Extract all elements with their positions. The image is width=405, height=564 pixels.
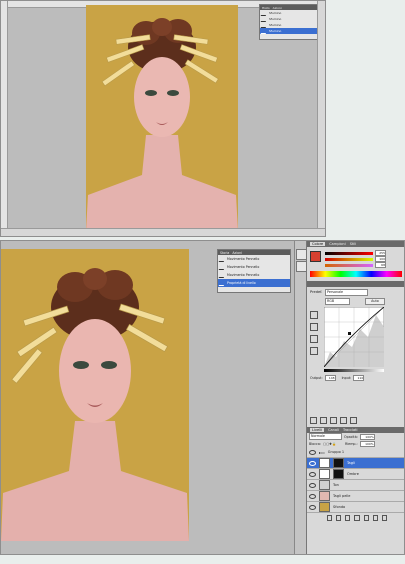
layer-thumbnail: [319, 502, 330, 512]
history-panel: Storia Azioni Movimento Pennello Movimen…: [217, 249, 291, 293]
input-value[interactable]: 110: [353, 375, 365, 381]
layers-lock-row: Blocca: ▢▢✚🔒 Riemp.: 100%: [309, 440, 375, 447]
eye-icon[interactable]: [309, 460, 316, 466]
delete-icon[interactable]: [350, 417, 357, 424]
adjustment-icon[interactable]: [354, 515, 360, 521]
blue-value[interactable]: 68: [375, 262, 386, 268]
portrait-image: [1, 249, 189, 541]
fill-value[interactable]: 100%: [359, 440, 375, 447]
layer-row-selected[interactable]: Tagli: [307, 458, 404, 469]
input-gradient-bar: [324, 369, 384, 372]
brush-icon: [218, 272, 227, 278]
return-icon[interactable]: [310, 417, 317, 424]
mask-icon[interactable]: [345, 515, 351, 521]
blue-slider-row: 68: [307, 262, 404, 268]
tab-swatches[interactable]: Campioni: [329, 242, 346, 246]
point-tool-icon[interactable]: [310, 311, 318, 319]
red-slider[interactable]: [325, 251, 373, 255]
curves-graph[interactable]: [324, 307, 384, 367]
tab-layers[interactable]: Livelli: [310, 428, 325, 432]
layer-row[interactable]: Tagli pelle: [307, 491, 404, 502]
adjustment-layer-thumbnail: [319, 458, 330, 468]
actions-tab[interactable]: Azioni: [232, 251, 242, 255]
horizontal-scrollbar[interactable]: [1, 228, 325, 236]
channel-select[interactable]: RGB: [325, 298, 350, 305]
eye-icon[interactable]: [309, 449, 316, 455]
brush-icon: [260, 10, 269, 16]
history-item[interactable]: Movimento Pennello: [218, 255, 290, 263]
output-value[interactable]: 148: [324, 375, 336, 381]
history-panel: Histo Azioni Sfumino Sfumino Sfumino Sfu…: [259, 4, 321, 40]
eye-icon[interactable]: [309, 482, 316, 488]
portrait-image: [86, 5, 238, 231]
curve-values: Output: 148 Input: 110: [310, 375, 365, 381]
eyedropper-icon[interactable]: [310, 347, 318, 355]
eye-icon[interactable]: [309, 471, 316, 477]
brush-icon: [260, 28, 269, 34]
layer-thumbnail: [319, 491, 330, 501]
fx-icon[interactable]: [336, 515, 342, 521]
tab-channels[interactable]: Canali: [328, 428, 339, 432]
color-panel-tabs: Colore Campioni Stili: [307, 241, 404, 247]
history-tab[interactable]: Histo: [262, 6, 270, 10]
preset-label: Predef.: [310, 290, 323, 294]
layer-row[interactable]: Ton: [307, 480, 404, 491]
layer-mask-thumbnail: [333, 469, 344, 479]
layer-properties-icon: [218, 280, 227, 286]
history-item[interactable]: Movimento Pennello: [218, 271, 290, 279]
document-canvas[interactable]: [1, 249, 189, 541]
tab-styles[interactable]: Stili: [350, 242, 357, 246]
new-layer-icon[interactable]: [372, 515, 378, 521]
eye-icon[interactable]: [309, 504, 316, 510]
ruler-vertical: [1, 1, 8, 236]
adjustments-panel-header: [307, 281, 404, 287]
history-item-selected[interactable]: Sfumino: [260, 28, 320, 34]
layers-panel: Livelli Canali Tracciati Normale Opacità…: [307, 427, 404, 523]
layer-mask-thumbnail: [333, 458, 344, 468]
brush-icon: [218, 256, 227, 262]
folder-icon[interactable]: [363, 515, 369, 521]
brush-icon: [260, 22, 269, 28]
layers-options-row: Normale Opacità: 100%: [309, 433, 375, 440]
bottom-screenshot: Storia Azioni Movimento Pennello Movimen…: [0, 240, 405, 555]
layer-thumbnail: [319, 480, 330, 490]
top-screenshot: Histo Azioni Sfumino Sfumino Sfumino Sfu…: [0, 0, 326, 237]
opacity-value[interactable]: 100%: [359, 433, 375, 440]
brush-icon: [218, 264, 227, 270]
lock-icons[interactable]: ▢▢✚🔒: [323, 442, 343, 446]
layer-row[interactable]: Ombre: [307, 469, 404, 480]
history-item[interactable]: Movimento Pennello: [218, 263, 290, 271]
eye-icon[interactable]: [309, 493, 316, 499]
layer-row[interactable]: Sfondo: [307, 502, 404, 513]
history-tab[interactable]: Storia: [220, 251, 229, 255]
eyedropper-icon[interactable]: [310, 335, 318, 343]
green-slider[interactable]: [325, 257, 373, 261]
right-panel-dock: Colore Campioni Stili 255 100 68 Predef.…: [306, 241, 404, 554]
layer-group-row[interactable]: ▸▭ Gruppo 1: [307, 447, 404, 458]
brush-icon: [260, 16, 269, 22]
adjustments-footer-icons: [310, 417, 400, 424]
history-item-selected[interactable]: Proprietà di livello: [218, 279, 290, 287]
folder-icon: ▸▭: [319, 449, 325, 455]
clip-icon[interactable]: [320, 417, 327, 424]
link-icon[interactable]: [327, 515, 333, 521]
adjustment-layer-thumbnail: [319, 469, 330, 479]
layers-footer-icons: [307, 513, 404, 523]
document-canvas[interactable]: [86, 5, 238, 231]
tab-paths[interactable]: Tracciati: [343, 428, 358, 432]
pencil-icon[interactable]: [310, 323, 318, 331]
auto-button[interactable]: Auto: [365, 298, 385, 305]
blend-mode-select[interactable]: Normale: [309, 433, 342, 440]
color-spectrum-bar[interactable]: [310, 271, 402, 277]
reset-icon[interactable]: [340, 417, 347, 424]
blue-slider[interactable]: [325, 263, 373, 267]
curve-tools: [310, 311, 318, 371]
vertical-scrollbar[interactable]: [317, 1, 325, 236]
actions-tab[interactable]: Azioni: [273, 6, 282, 10]
preset-select[interactable]: Personale: [325, 289, 368, 296]
curve-point[interactable]: [348, 332, 351, 335]
trash-icon[interactable]: [381, 515, 387, 521]
visibility-icon[interactable]: [330, 417, 337, 424]
tab-color[interactable]: Colore: [310, 242, 326, 246]
